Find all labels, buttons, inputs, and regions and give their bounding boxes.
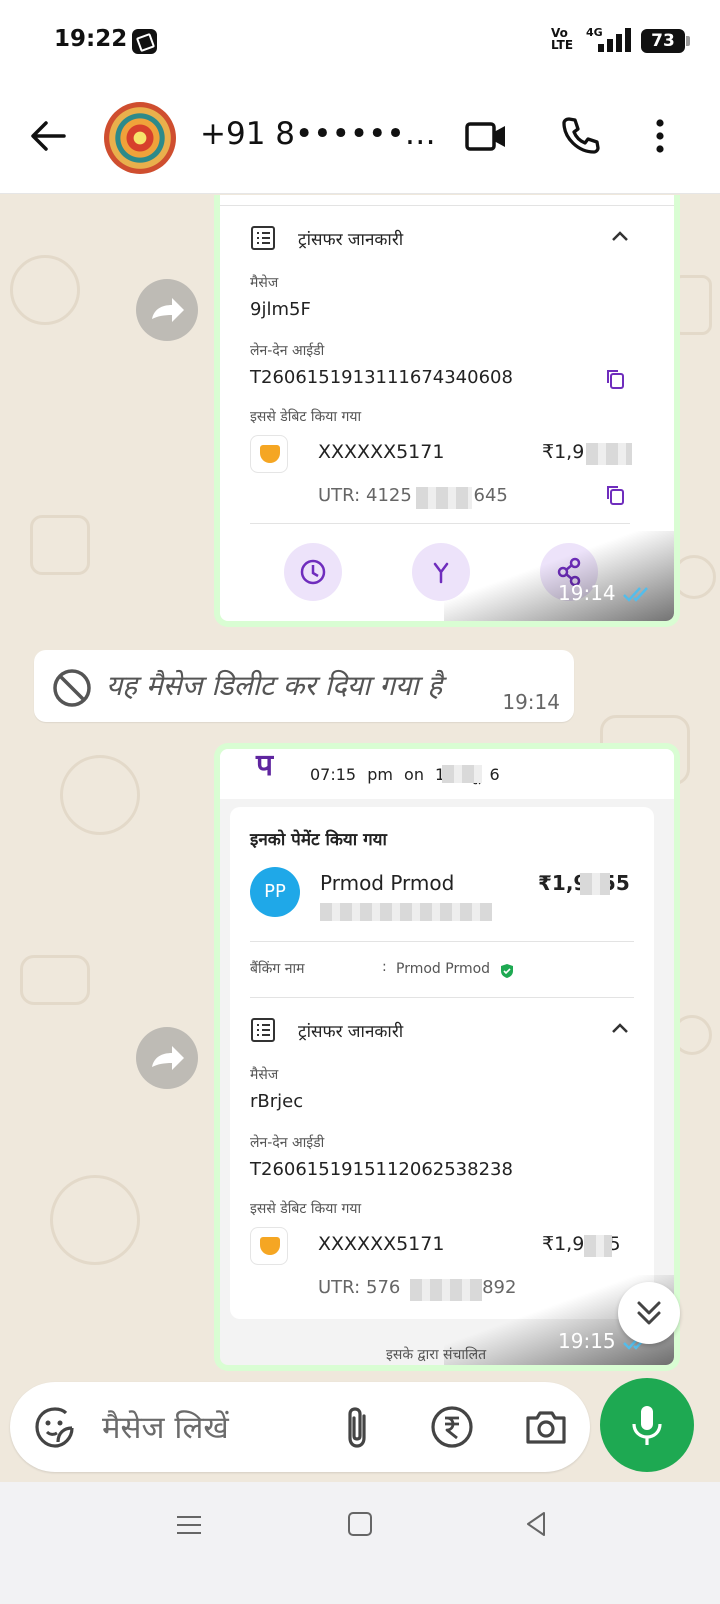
wallpaper-doodle bbox=[60, 755, 140, 835]
copy-icon bbox=[607, 370, 624, 389]
contact-name[interactable]: +91 8••••••72... bbox=[200, 116, 452, 152]
txn-id-label: लेन-देन आईडी bbox=[250, 343, 325, 359]
colon-separator: : bbox=[382, 959, 387, 975]
payee-name: Prmod Prmod bbox=[320, 871, 455, 895]
chat-area[interactable]: ट्रांसफर जानकारी मैसेज 9jlm5F लेन-देन आई… bbox=[0, 195, 720, 1515]
phone-icon[interactable] bbox=[556, 112, 604, 160]
camera-icon[interactable] bbox=[522, 1403, 570, 1451]
txn-id: T2606151915112062538238 bbox=[250, 1159, 513, 1180]
signal-icon bbox=[598, 28, 632, 52]
contact-avatar[interactable] bbox=[104, 102, 176, 174]
transfer-info-label: ट्रांसफर जानकारी bbox=[298, 1022, 404, 1042]
recents-icon[interactable] bbox=[174, 1510, 204, 1540]
divider bbox=[250, 523, 630, 524]
more-vert-icon[interactable] bbox=[636, 112, 684, 160]
receipt-icon bbox=[251, 226, 275, 250]
read-ticks-icon bbox=[623, 587, 648, 602]
paid-to-label: इनको पेमेंट किया गया bbox=[250, 830, 387, 850]
clock-icon bbox=[300, 559, 326, 585]
double-chevron-down-icon bbox=[637, 1301, 661, 1325]
message-time: 19:15 bbox=[558, 1329, 616, 1353]
voice-record-button[interactable] bbox=[600, 1378, 694, 1472]
volte-indicator: Vo LTE bbox=[551, 26, 574, 52]
txn-id: T2606151913111674340608 bbox=[250, 367, 513, 388]
redacted-block bbox=[442, 765, 482, 783]
attach-icon[interactable] bbox=[334, 1402, 382, 1452]
timestamp-shade bbox=[444, 531, 674, 621]
deleted-message-text: यह मैसेज डिलीट कर दिया गया है bbox=[106, 669, 443, 702]
chat-header: +91 8••••••72... bbox=[0, 82, 720, 194]
rupee-icon[interactable] bbox=[428, 1403, 476, 1451]
transfer-info-label: ट्रांसफर जानकारी bbox=[298, 230, 404, 250]
forward-button[interactable] bbox=[136, 279, 198, 341]
chevron-up-icon bbox=[612, 1023, 628, 1033]
redacted-block bbox=[586, 443, 632, 465]
forward-button[interactable] bbox=[136, 1027, 198, 1089]
debited-from-label: इससे डेबिट किया गया bbox=[250, 1201, 362, 1217]
utr-label: UTR: bbox=[318, 1277, 361, 1298]
payment-screenshot: ट्रांसफर जानकारी मैसेज 9jlm5F लेन-देन आई… bbox=[220, 195, 674, 621]
image-message-bubble[interactable]: प 07:15 pm on 15 जू 6 इनको पेमेंट किया ग… bbox=[214, 743, 680, 1371]
history-button bbox=[284, 543, 342, 601]
phonepe-logo-icon: प bbox=[256, 749, 274, 783]
forward-icon bbox=[152, 298, 184, 322]
message-label: मैसेज bbox=[250, 1067, 279, 1083]
divider bbox=[250, 997, 634, 998]
message-time: 19:14 bbox=[558, 581, 616, 605]
debited-from-label: इससे डेबिट किया गया bbox=[250, 409, 362, 425]
bank-logo-icon bbox=[250, 435, 288, 473]
txn-id-label: लेन-देन आईडी bbox=[250, 1135, 325, 1151]
verified-shield-icon bbox=[501, 964, 513, 978]
message-input[interactable]: मैसेज लिखें bbox=[102, 1406, 229, 1448]
banking-name-label: बैंकिंग नाम bbox=[250, 961, 305, 977]
wallpaper-doodle bbox=[50, 1175, 140, 1265]
scroll-to-bottom-button[interactable] bbox=[618, 1282, 680, 1344]
redacted-block bbox=[320, 903, 492, 921]
wallpaper-doodle bbox=[30, 515, 90, 575]
home-icon[interactable] bbox=[344, 1508, 376, 1540]
battery-icon: 73 bbox=[641, 29, 690, 53]
divider bbox=[250, 941, 634, 942]
status-time: 19:22 bbox=[54, 26, 128, 52]
video-call-icon[interactable] bbox=[462, 112, 510, 160]
back-nav-icon[interactable] bbox=[520, 1508, 552, 1540]
redacted-block bbox=[416, 487, 472, 509]
payee-avatar: PP bbox=[250, 867, 300, 917]
message-value: 9jlm5F bbox=[250, 299, 311, 320]
sticker-icon[interactable] bbox=[32, 1404, 78, 1450]
notification-app-icon bbox=[132, 29, 157, 54]
bank-logo-icon bbox=[250, 1227, 288, 1265]
account-number: XXXXXX5171 bbox=[318, 441, 445, 463]
utr-label: UTR: bbox=[318, 485, 361, 506]
divider bbox=[220, 205, 674, 206]
status-bar: 19:22 Vo LTE 4G 73 bbox=[0, 0, 720, 82]
redacted-block bbox=[584, 1235, 612, 1257]
wallpaper-doodle bbox=[20, 955, 90, 1005]
banking-name: Prmod Prmod bbox=[396, 961, 491, 977]
chevron-up-icon bbox=[612, 231, 628, 241]
redacted-block bbox=[580, 873, 610, 895]
image-message-bubble[interactable]: ट्रांसफर जानकारी मैसेज 9jlm5F लेन-देन आई… bbox=[214, 195, 680, 627]
message-label: मैसेज bbox=[250, 275, 279, 291]
wallpaper-doodle bbox=[10, 255, 80, 325]
copy-icon bbox=[607, 486, 624, 505]
system-navigation-bar bbox=[0, 1482, 720, 1604]
back-arrow-icon[interactable] bbox=[24, 112, 72, 160]
deleted-message-bubble[interactable]: यह मैसेज डिलीट कर दिया गया है 19:14 bbox=[34, 650, 574, 722]
message-value: rBrjec bbox=[250, 1091, 304, 1112]
receipt-body: इनको पेमेंट किया गया PP Prmod Prmod ₹1,9… bbox=[230, 807, 654, 1319]
forward-icon bbox=[152, 1046, 184, 1070]
receipt-icon bbox=[251, 1018, 275, 1042]
account-number: XXXXXX5171 bbox=[318, 1233, 445, 1255]
blocked-icon bbox=[53, 669, 91, 707]
message-time: 19:14 bbox=[502, 690, 560, 714]
payment-screenshot: प 07:15 pm on 15 जू 6 इनको पेमेंट किया ग… bbox=[220, 749, 674, 1365]
mic-icon bbox=[632, 1406, 662, 1445]
message-composer: मैसेज लिखें bbox=[10, 1382, 590, 1472]
